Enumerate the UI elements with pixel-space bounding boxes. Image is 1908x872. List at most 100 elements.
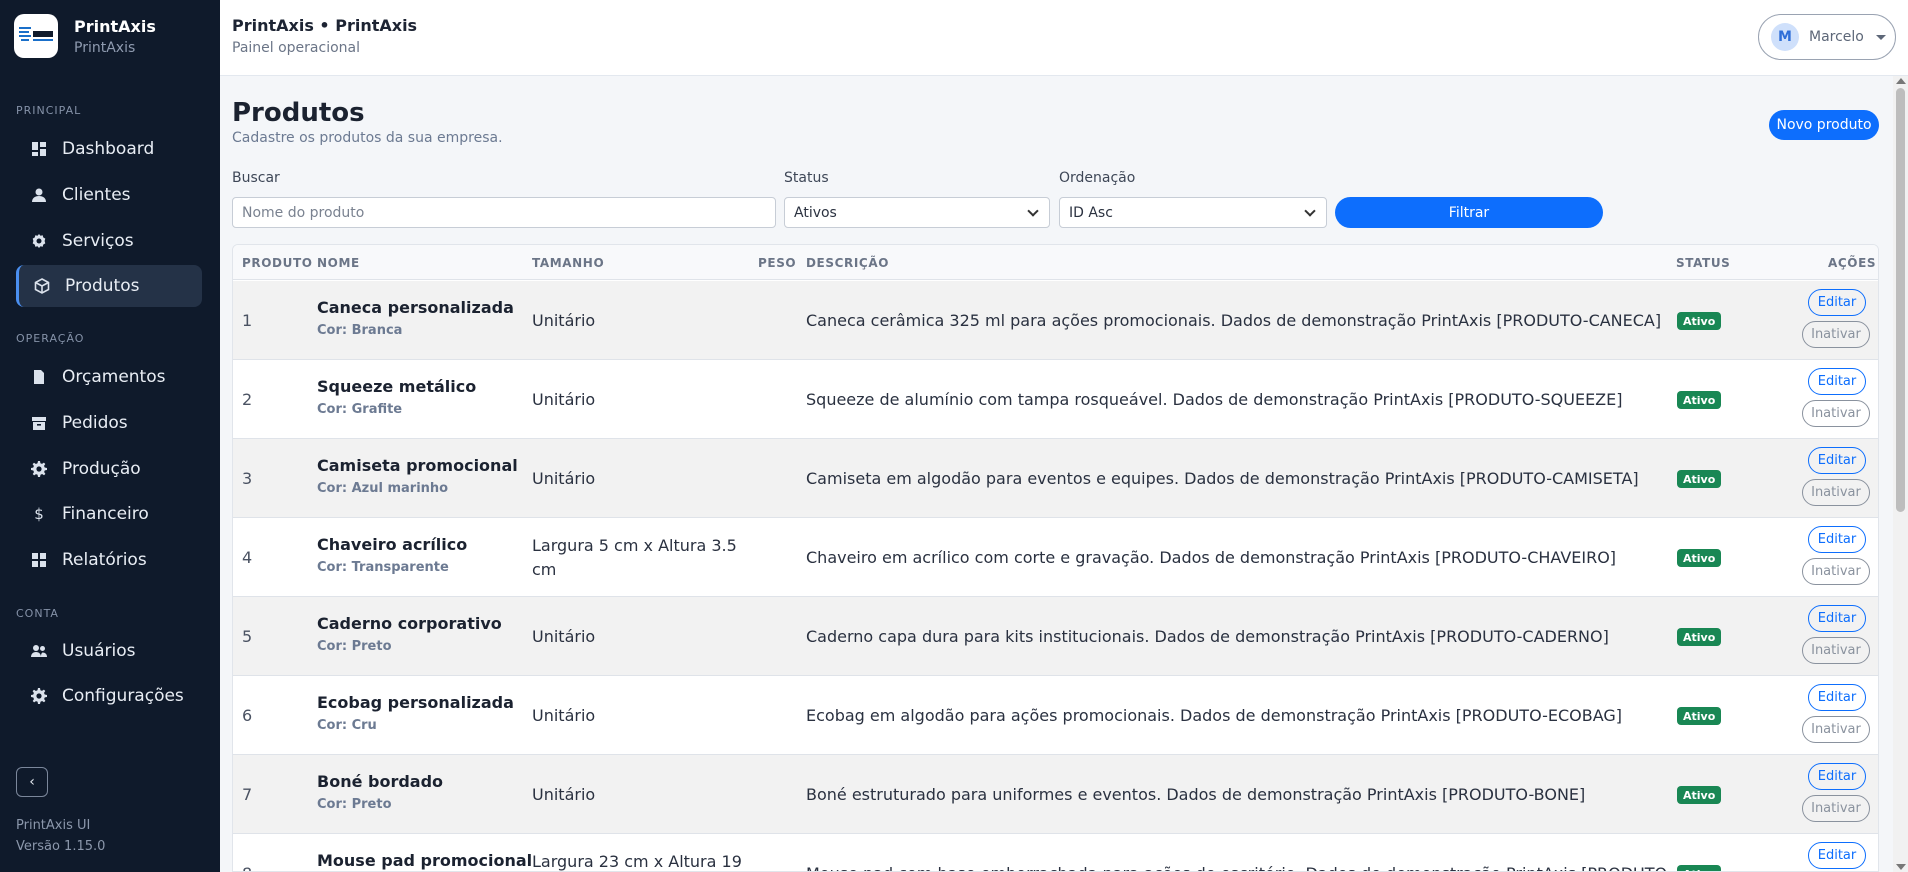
sidebar-item-servicos[interactable]: Serviços [16, 220, 202, 262]
inactivate-button[interactable]: Inativar [1802, 637, 1870, 664]
user-menu-button[interactable]: M Marcelo [1758, 14, 1896, 60]
page-scrollbar[interactable] [1893, 76, 1908, 872]
document-icon [30, 368, 48, 386]
inactivate-button[interactable]: Inativar [1802, 716, 1870, 743]
sidebar-item-financeiro[interactable]: $ Financeiro [16, 493, 202, 535]
product-description: Camiseta em algodão para eventos e equip… [806, 469, 1639, 488]
sidebar-item-label: Serviços [62, 231, 134, 251]
sidebar-item-label: Dashboard [62, 139, 155, 159]
avatar: M [1771, 23, 1799, 51]
product-name: Squeeze metálico [317, 377, 477, 396]
status-select-value: Ativos [794, 204, 837, 221]
sidebar: PrintAxis PrintAxis PRINCIPAL Dashboard … [0, 0, 220, 872]
sidebar-item-label: Pedidos [62, 413, 128, 433]
inactivate-button[interactable]: Inativar [1802, 558, 1870, 585]
edit-button[interactable]: Editar [1808, 842, 1866, 869]
col-acoes: AÇÕES [1828, 256, 1877, 270]
box-icon [33, 277, 51, 295]
status-badge: Ativo [1677, 707, 1722, 725]
section-title-conta: CONTA [16, 607, 59, 620]
edit-button[interactable]: Editar [1808, 763, 1866, 790]
app-version: PrintAxis UI Versão 1.15.0 [16, 815, 105, 857]
product-id: 3 [242, 469, 253, 488]
inactivate-button[interactable]: Inativar [1802, 321, 1870, 348]
product-name: Mouse pad promocional [317, 851, 533, 870]
scroll-up-icon[interactable] [1896, 78, 1906, 84]
sidebar-item-produtos[interactable]: Produtos [16, 265, 202, 307]
edit-button[interactable]: Editar [1808, 526, 1866, 553]
sidebar-item-relatorios[interactable]: Relatórios [16, 539, 202, 581]
sidebar-item-label: Usuários [62, 641, 136, 661]
sidebar-item-producao[interactable]: Produção [16, 448, 202, 490]
sidebar-item-orcamentos[interactable]: Orçamentos [16, 356, 202, 398]
brand-name: PrintAxis [74, 16, 156, 36]
sidebar-item-dashboard[interactable]: Dashboard [16, 128, 202, 170]
table-row: 1 Caneca personalizada Cor: Branca Unitário… [233, 281, 1878, 360]
product-description: Caneca cerâmica 325 ml para ações promoc… [806, 311, 1662, 330]
sidebar-collapse-button[interactable]: ‹ [16, 767, 48, 797]
product-name: Caderno corporativo [317, 614, 502, 633]
edit-button[interactable]: Editar [1808, 605, 1866, 632]
edit-button[interactable]: Editar [1808, 368, 1866, 395]
product-id: 6 [242, 706, 253, 725]
status-badge: Ativo [1677, 312, 1722, 330]
sidebar-item-pedidos[interactable]: Pedidos [16, 402, 202, 444]
product-size: Unitário [532, 785, 596, 804]
sidebar-item-label: Clientes [62, 185, 131, 205]
filter-button[interactable]: Filtrar [1335, 197, 1603, 228]
order-select[interactable]: ID Asc [1059, 197, 1327, 228]
inactivate-button[interactable]: Inativar [1802, 795, 1870, 822]
product-size: Largura 5 cm x Altura 3.5 cm [532, 536, 737, 579]
product-description: Boné estruturado para uniformes e evento… [806, 785, 1586, 804]
chevron-down-icon [1875, 34, 1886, 40]
product-description: Ecobag em algodão para ações promocionai… [806, 706, 1623, 725]
edit-button[interactable]: Editar [1808, 684, 1866, 711]
col-tamanho: TAMANHO [532, 256, 605, 270]
table-row: 4 Chaveiro acrílico Cor: Transparente Largu… [233, 518, 1878, 597]
col-produto: PRODUTO [242, 256, 313, 270]
product-size: Unitário [532, 469, 596, 488]
product-id: 7 [242, 785, 253, 804]
brand[interactable]: PrintAxis PrintAxis [14, 14, 156, 58]
topbar: PrintAxis • PrintAxis Painel operacional… [220, 0, 1908, 76]
table-row: 3 Camiseta promocional Cor: Azul marinho Un… [233, 439, 1878, 518]
product-id: 5 [242, 627, 253, 646]
sidebar-item-configuracoes[interactable]: Configurações [16, 675, 202, 717]
inactivate-button[interactable]: Inativar [1802, 400, 1870, 427]
sidebar-item-label: Produtos [65, 276, 140, 296]
order-select-value: ID Asc [1069, 204, 1113, 221]
search-input[interactable]: Nome do produto [232, 197, 776, 228]
table-row: 2 Squeeze metálico Cor: Grafite Unitário Squ… [233, 360, 1878, 439]
status-badge: Ativo [1677, 786, 1722, 804]
status-badge: Ativo [1677, 628, 1722, 646]
status-badge: Ativo [1677, 549, 1722, 567]
scroll-thumb[interactable] [1896, 88, 1905, 512]
product-name: Ecobag personalizada [317, 693, 514, 712]
product-id: 2 [242, 390, 253, 409]
product-name: Caneca personalizada [317, 298, 514, 317]
archive-icon [30, 414, 48, 432]
edit-button[interactable]: Editar [1808, 447, 1866, 474]
status-select[interactable]: Ativos [784, 197, 1050, 228]
sidebar-item-usuarios[interactable]: Usuários [16, 630, 202, 672]
gear-icon [30, 232, 48, 250]
users-icon [30, 642, 48, 660]
sidebar-item-label: Configurações [62, 686, 184, 706]
product-id: 1 [242, 311, 253, 330]
product-size: Unitário [532, 627, 596, 646]
section-title-operacao: OPERAÇÃO [16, 332, 85, 345]
dashboard-icon [30, 140, 48, 158]
new-product-button[interactable]: Novo produto [1769, 110, 1879, 140]
product-color: Cor: Branca [317, 323, 403, 338]
inactivate-button[interactable]: Inativar [1802, 479, 1870, 506]
product-id: 8 [242, 864, 252, 871]
product-description: Squeeze de alumínio com tampa rosqueável… [806, 390, 1623, 409]
user-name: Marcelo [1809, 29, 1864, 45]
sidebar-item-clientes[interactable]: Clientes [16, 174, 202, 216]
table-row: 6 Ecobag personalizada Cor: Cru Unitário Eco… [233, 676, 1878, 755]
scroll-down-icon[interactable] [1896, 864, 1906, 870]
edit-button[interactable]: Editar [1808, 289, 1866, 316]
product-size: Unitário [532, 706, 596, 725]
cog-icon [30, 460, 48, 478]
person-icon [30, 186, 48, 204]
